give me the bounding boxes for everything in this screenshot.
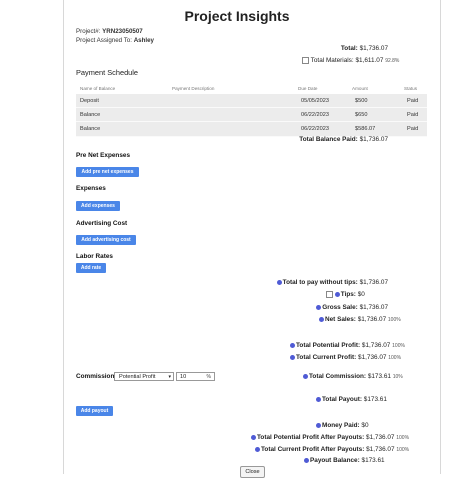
tips-checkbox[interactable] bbox=[326, 291, 333, 298]
info-icon[interactable] bbox=[290, 354, 295, 360]
table-row: Balance 06/22/2023 $586.07 Paid bbox=[76, 121, 427, 137]
advertising-title: Advertising Cost bbox=[76, 220, 128, 227]
info-icon[interactable] bbox=[316, 396, 321, 402]
add-rate-button[interactable]: Add rate bbox=[76, 263, 106, 273]
table-header: Name of Balance Payment Description Due … bbox=[76, 83, 427, 94]
to-pay-row: Total to pay without tips: $1,736.07 bbox=[276, 279, 388, 286]
info-icon[interactable] bbox=[319, 316, 324, 322]
potential-after-row: Total Potential Profit After Payouts: $1… bbox=[251, 434, 409, 441]
col-status: Status bbox=[404, 86, 418, 91]
pre-net-title: Pre Net Expenses bbox=[76, 152, 130, 159]
col-name: Name of Balance bbox=[80, 86, 116, 91]
total-commission-row: Total Commission: $173.61 10% bbox=[303, 373, 403, 380]
total-payout-row: Total Payout: $173.61 bbox=[316, 396, 387, 403]
current-profit-row: Total Current Profit: $1,736.07 100% bbox=[290, 354, 401, 361]
add-expenses-button[interactable]: Add expenses bbox=[76, 201, 120, 211]
info-icon[interactable] bbox=[276, 279, 282, 285]
info-icon[interactable] bbox=[251, 434, 256, 440]
add-payout-button[interactable]: Add payout bbox=[76, 406, 113, 416]
info-icon[interactable] bbox=[303, 373, 308, 379]
close-button[interactable]: Close bbox=[240, 466, 265, 478]
col-due: Due Date bbox=[298, 86, 318, 91]
add-advertising-button[interactable]: Add advertising cost bbox=[76, 235, 136, 245]
project-assigned: Project Assigned To: Ashley bbox=[76, 37, 154, 44]
labor-title: Labor Rates bbox=[76, 253, 113, 260]
payment-schedule-title: Payment Schedule bbox=[76, 68, 139, 77]
info-icon[interactable] bbox=[316, 422, 321, 428]
commission-type-select[interactable]: Potential Profit ▾ bbox=[114, 372, 174, 381]
total-balance-paid: Total Balance Paid: $1,736.07 bbox=[299, 136, 388, 143]
info-icon[interactable] bbox=[255, 446, 260, 452]
info-icon[interactable] bbox=[316, 304, 322, 310]
payment-schedule-table: Name of Balance Payment Description Due … bbox=[76, 83, 427, 137]
chevron-down-icon: ▾ bbox=[168, 374, 171, 380]
payout-balance-row: Payout Balance: $173.61 bbox=[304, 457, 385, 464]
tips-row: Tips: $0 bbox=[326, 291, 365, 298]
gross-sale-row: Gross Sale: $1,736.07 bbox=[316, 304, 388, 311]
expenses-title: Expenses bbox=[76, 185, 106, 192]
current-after-row: Total Current Profit After Payouts: $1,7… bbox=[255, 446, 409, 453]
materials-row: Total Materials: $1,611.07 92.8% bbox=[302, 57, 399, 64]
table-row: Deposit 05/05/2023 $500 Paid bbox=[76, 94, 427, 109]
project-id: Project#: YRN23050507 bbox=[76, 28, 143, 35]
materials-checkbox[interactable] bbox=[302, 57, 309, 64]
info-icon[interactable] bbox=[334, 292, 340, 297]
total-row: Total: $1,736.07 bbox=[340, 45, 388, 52]
money-paid-row: Money Paid: $0 bbox=[316, 422, 369, 429]
info-icon[interactable] bbox=[290, 342, 295, 348]
net-sales-row: Net Sales: $1,736.07 100% bbox=[319, 316, 401, 323]
page-title: Project Insights bbox=[184, 8, 290, 24]
commission-label: Commission: bbox=[76, 373, 117, 380]
info-icon[interactable] bbox=[304, 457, 309, 463]
add-pre-net-button[interactable]: Add pre net expenses bbox=[76, 167, 139, 177]
table-row: Balance 06/22/2023 $650 Paid bbox=[76, 107, 427, 123]
commission-value-input[interactable]: 10 % bbox=[176, 372, 215, 381]
col-description: Payment Description bbox=[172, 86, 215, 91]
col-amount: Amount bbox=[352, 86, 368, 91]
potential-profit-row: Total Potential Profit: $1,736.07 100% bbox=[290, 342, 405, 349]
